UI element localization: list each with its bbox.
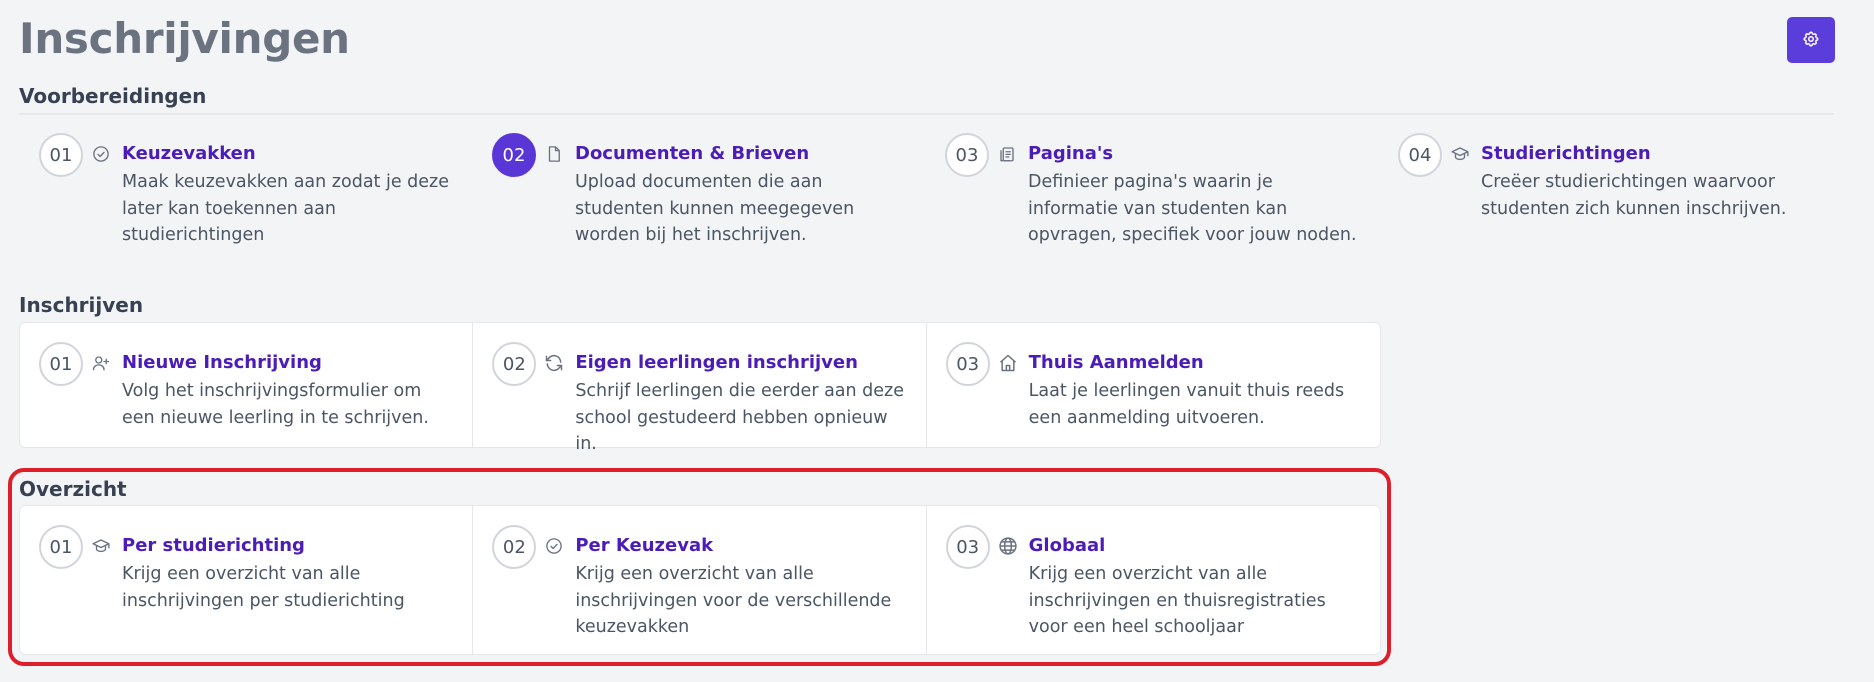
step-number: 03 (945, 525, 990, 569)
home-icon (998, 353, 1018, 373)
card-title[interactable]: Pagina's (1028, 143, 1113, 164)
card-globaal[interactable]: 03 Globaal Krijg een overzicht van alle … (927, 506, 1380, 654)
step-number: 01 (39, 342, 83, 386)
check-circle-icon (544, 536, 564, 556)
card-per-studierichting[interactable]: 01 Per studierichting Krijg een overzich… (20, 506, 474, 654)
page-title: Inschrijvingen (19, 14, 350, 63)
graduation-cap-icon (91, 536, 111, 556)
card-description: Volg het inschrijvingsformulier om een n… (122, 381, 429, 428)
card-row-overzicht: 01 Per studierichting Krijg een overzich… (19, 505, 1381, 655)
card-eigen-leerlingen[interactable]: 02 Eigen leerlingen inschrijven Schrijf … (473, 323, 927, 454)
step-number: 01 (39, 525, 83, 569)
card-title[interactable]: Keuzevakken (122, 143, 256, 164)
card-description: Krijg een overzicht van alle inschrijvin… (575, 564, 892, 637)
step-number: 03 (945, 133, 989, 177)
check-circle-icon (91, 144, 111, 164)
card-description: Creëer studierichtingen waarvoor student… (1481, 172, 1787, 219)
step-number: 03 (945, 342, 990, 386)
step-number: 02 (492, 133, 536, 177)
graduation-cap-icon (1450, 144, 1470, 164)
card-description: Definieer pagina's waarin je informatie … (1028, 172, 1357, 245)
refresh-icon (544, 353, 564, 373)
step-number: 04 (1398, 133, 1442, 177)
step-number: 01 (39, 133, 83, 177)
card-description: Krijg een overzicht van alle inschrijvin… (122, 564, 405, 611)
card-title[interactable]: Per Keuzevak (575, 535, 713, 556)
card-thuis-aanmelden[interactable]: 03 Thuis Aanmelden Laat je leerlingen va… (927, 323, 1380, 447)
step-number: 02 (492, 525, 537, 569)
card-title[interactable]: Globaal (1029, 535, 1106, 556)
card-title[interactable]: Thuis Aanmelden (1029, 352, 1204, 373)
card-nieuwe-inschrijving[interactable]: 01 Nieuwe Inschrijving Volg het inschrij… (20, 323, 474, 447)
step-number: 02 (492, 342, 537, 386)
card-title[interactable]: Studierichtingen (1481, 143, 1651, 164)
card-title[interactable]: Nieuwe Inschrijving (122, 352, 322, 373)
card-title[interactable]: Eigen leerlingen inschrijven (575, 352, 858, 373)
section-title-overzicht: Overzicht (19, 477, 127, 501)
settings-button[interactable] (1787, 17, 1835, 63)
document-icon (544, 144, 564, 164)
globe-icon (998, 536, 1018, 556)
card-title[interactable]: Per studierichting (122, 535, 305, 556)
clipboard-icon (997, 144, 1017, 164)
card-row-voorbereidingen: 01 Keuzevakken Maak keuzevakken aan zoda… (19, 113, 1834, 245)
card-title[interactable]: Documenten & Brieven (575, 143, 809, 164)
card-description: Laat je leerlingen vanuit thuis reeds ee… (1028, 381, 1345, 428)
card-description: Upload documenten die aan studenten kunn… (575, 172, 855, 245)
section-title-inschrijven: Inschrijven (19, 293, 144, 317)
card-description: Maak keuzevakken aan zodat je deze later… (122, 172, 449, 245)
card-description: Krijg een overzicht van alle inschrijvin… (1028, 564, 1326, 637)
card-per-keuzevak[interactable]: 02 Per Keuzevak Krijg een overzicht van … (473, 506, 927, 654)
card-description: Schrijf leerlingen die eerder aan deze s… (575, 381, 905, 454)
user-plus-icon (91, 353, 111, 373)
section-title-voorbereidingen: Voorbereidingen (19, 84, 207, 108)
gear-icon (1802, 30, 1820, 51)
card-row-inschrijven: 01 Nieuwe Inschrijving Volg het inschrij… (19, 322, 1381, 454)
